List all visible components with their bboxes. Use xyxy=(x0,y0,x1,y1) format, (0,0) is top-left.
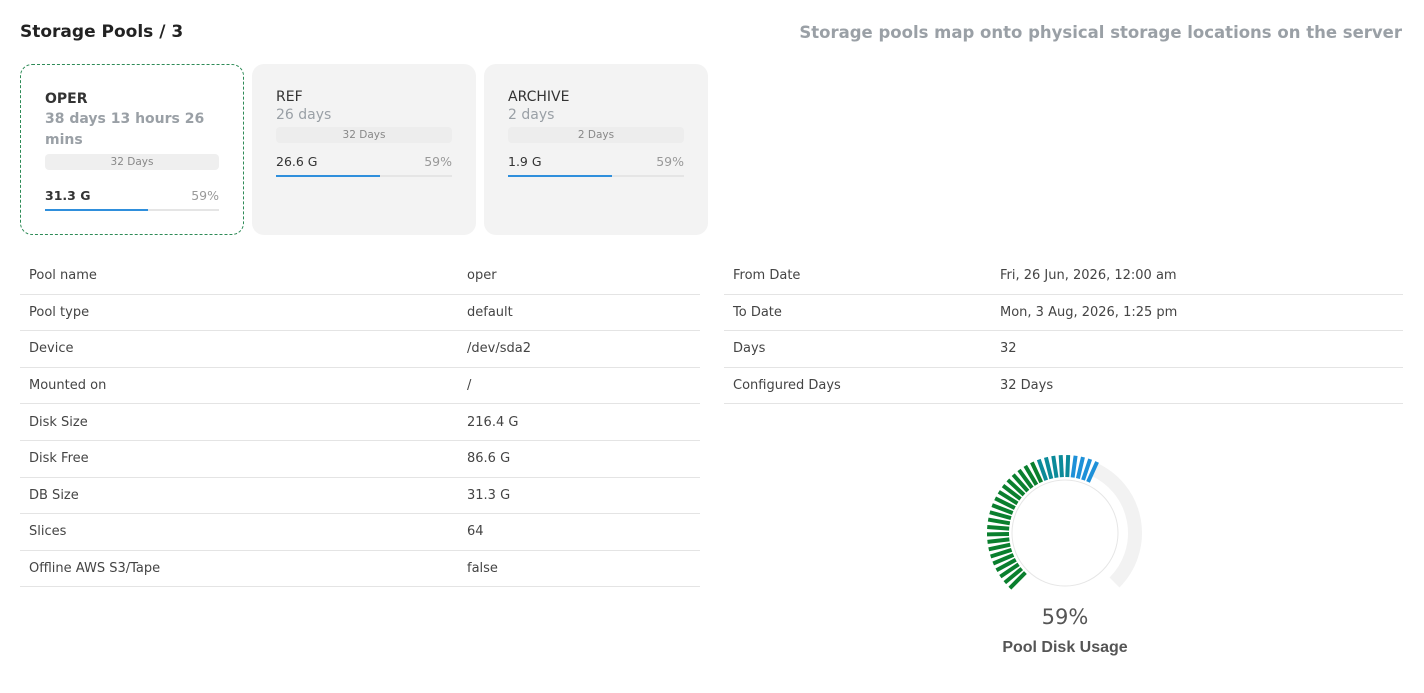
pool-card-oper[interactable]: OPER 38 days 13 hours 26 mins 32 Days 31… xyxy=(20,64,244,235)
date-value: 32 xyxy=(1000,341,1017,357)
detail-key: Slices xyxy=(29,524,67,540)
table-row: Disk Free 86.6 G xyxy=(20,441,700,478)
pool-card-usage-fill xyxy=(45,209,148,211)
pool-dates-table: From Date Fri, 26 Jun, 2026, 12:00 am To … xyxy=(724,258,1403,405)
table-row: DB Size 31.3 G xyxy=(20,478,700,515)
disk-usage-gauge xyxy=(986,454,1142,590)
detail-key: Device xyxy=(29,341,74,357)
gauge-tick xyxy=(987,524,1010,531)
date-value: Fri, 26 Jun, 2026, 12:00 am xyxy=(1000,268,1177,284)
pool-card-usage-fill xyxy=(508,175,612,177)
gauge-label: Pool Disk Usage xyxy=(1002,639,1128,656)
gauge-track xyxy=(1090,462,1142,588)
page-title: Storage Pools / 3 xyxy=(20,22,184,42)
pool-card-duration: 26 days xyxy=(276,107,332,123)
detail-key: Offline AWS S3/Tape xyxy=(29,561,161,577)
pool-card-name: REF xyxy=(276,89,303,105)
table-row: Slices 64 xyxy=(20,514,700,551)
table-row: Device/dev/sda2 xyxy=(20,331,700,368)
pool-card-archive[interactable]: ARCHIVE 2 days 2 Days 1.9 G 59% xyxy=(484,64,708,235)
date-key: Configured Days xyxy=(733,378,841,394)
pool-card-pct: 59% xyxy=(424,154,452,169)
table-row: Mounted on / xyxy=(20,368,700,405)
pool-details-table: Pool name oper Pool type default Device/de… xyxy=(20,258,700,588)
detail-value: 64 xyxy=(467,524,484,540)
table-row: To Date Mon, 3 Aug, 2026, 1:25 pm xyxy=(724,295,1403,332)
detail-value: default xyxy=(467,304,513,320)
gauge-tick xyxy=(987,537,1010,544)
pool-card-duration: 2 days xyxy=(508,107,555,123)
pool-card-usage-fill xyxy=(276,175,380,177)
date-key: Days xyxy=(733,341,766,357)
table-row: Configured Days 32 Days xyxy=(724,368,1403,405)
detail-key: Disk Free xyxy=(29,451,89,467)
pool-card-days-bar: 32 Days xyxy=(276,127,452,143)
gauge-inner-ring xyxy=(1011,479,1119,587)
pool-card-days-bar: 32 Days xyxy=(45,154,219,170)
pool-card-days-bar: 2 Days xyxy=(508,127,684,143)
pool-card-size: 31.3 G xyxy=(45,188,91,203)
pool-card-size: 1.9 G xyxy=(508,154,542,169)
gauge-tick xyxy=(1058,455,1064,478)
detail-value: oper xyxy=(467,268,497,284)
gauge-tick xyxy=(1075,456,1085,479)
pool-card-duration: 38 days 13 hours 26 mins xyxy=(45,111,205,148)
pool-card-name: ARCHIVE xyxy=(508,89,570,105)
detail-key: Disk Size xyxy=(29,414,88,430)
gauge-percentage: 59% xyxy=(1041,605,1089,629)
pool-card-usage-track xyxy=(45,209,219,211)
detail-value: 216.4 G xyxy=(467,414,519,430)
detail-value: /dev/sda2 xyxy=(467,341,531,357)
detail-value: / xyxy=(467,378,472,394)
detail-value: false xyxy=(467,561,498,577)
page-subtitle: Storage pools map onto physical storage … xyxy=(799,23,1402,42)
table-row: Offline AWS S3/Tape false xyxy=(20,551,700,588)
gauge-tick xyxy=(988,542,1011,552)
table-row: From Date Fri, 26 Jun, 2026, 12:00 am xyxy=(724,258,1403,295)
pool-card-name: OPER xyxy=(45,91,88,107)
date-key: From Date xyxy=(733,268,801,284)
detail-key: Mounted on xyxy=(29,378,107,394)
date-value: Mon, 3 Aug, 2026, 1:25 pm xyxy=(1000,304,1178,320)
detail-key: Pool name xyxy=(29,268,97,284)
pool-card-ref[interactable]: REF 26 days 32 Days 26.6 G 59% xyxy=(252,64,476,235)
table-row: Pool type default xyxy=(20,295,700,332)
pool-card-size: 26.6 G xyxy=(276,154,318,169)
gauge-tick xyxy=(1070,455,1078,478)
detail-value: 31.3 G xyxy=(467,487,511,503)
pool-card-pct: 59% xyxy=(191,188,219,203)
table-row: Days 32 xyxy=(724,331,1403,368)
table-row: Pool name oper xyxy=(20,258,700,295)
date-key: To Date xyxy=(733,304,782,320)
pool-card-pct: 59% xyxy=(656,154,684,169)
detail-key: Pool type xyxy=(29,304,90,320)
detail-value: 86.6 G xyxy=(467,451,511,467)
table-row: Disk Size 216.4 G xyxy=(20,404,700,441)
pool-card-usage-track xyxy=(508,175,684,177)
pool-card-usage-track xyxy=(276,175,452,177)
detail-key: DB Size xyxy=(29,487,79,503)
date-value: 32 Days xyxy=(1000,378,1054,394)
gauge-tick xyxy=(1043,456,1054,480)
gauge-tick xyxy=(987,517,1011,526)
gauge-tick xyxy=(1065,454,1071,478)
gauge-tick xyxy=(1051,455,1059,478)
